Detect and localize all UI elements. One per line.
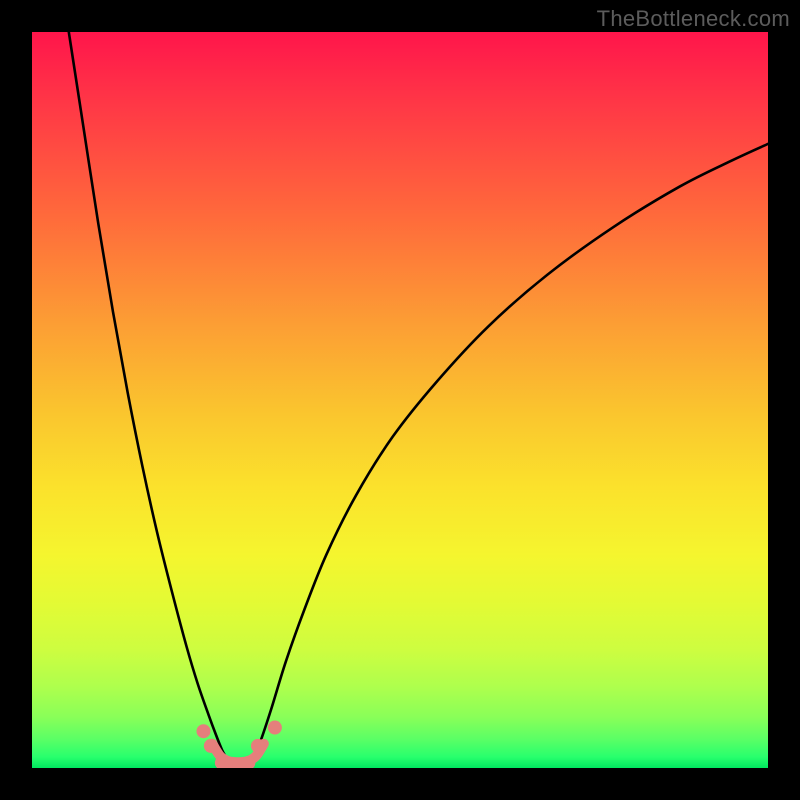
marker-dot bbox=[196, 724, 210, 738]
watermark-text: TheBottleneck.com bbox=[597, 6, 790, 32]
right-curve bbox=[253, 144, 768, 761]
marker-dot bbox=[251, 739, 265, 753]
left-curve bbox=[69, 32, 229, 761]
plot-area bbox=[32, 32, 768, 768]
chart-stage: TheBottleneck.com bbox=[0, 0, 800, 800]
marker-dot bbox=[204, 739, 218, 753]
marker-dot bbox=[268, 721, 282, 735]
curve-layer bbox=[32, 32, 768, 768]
bottom-markers bbox=[196, 721, 281, 768]
